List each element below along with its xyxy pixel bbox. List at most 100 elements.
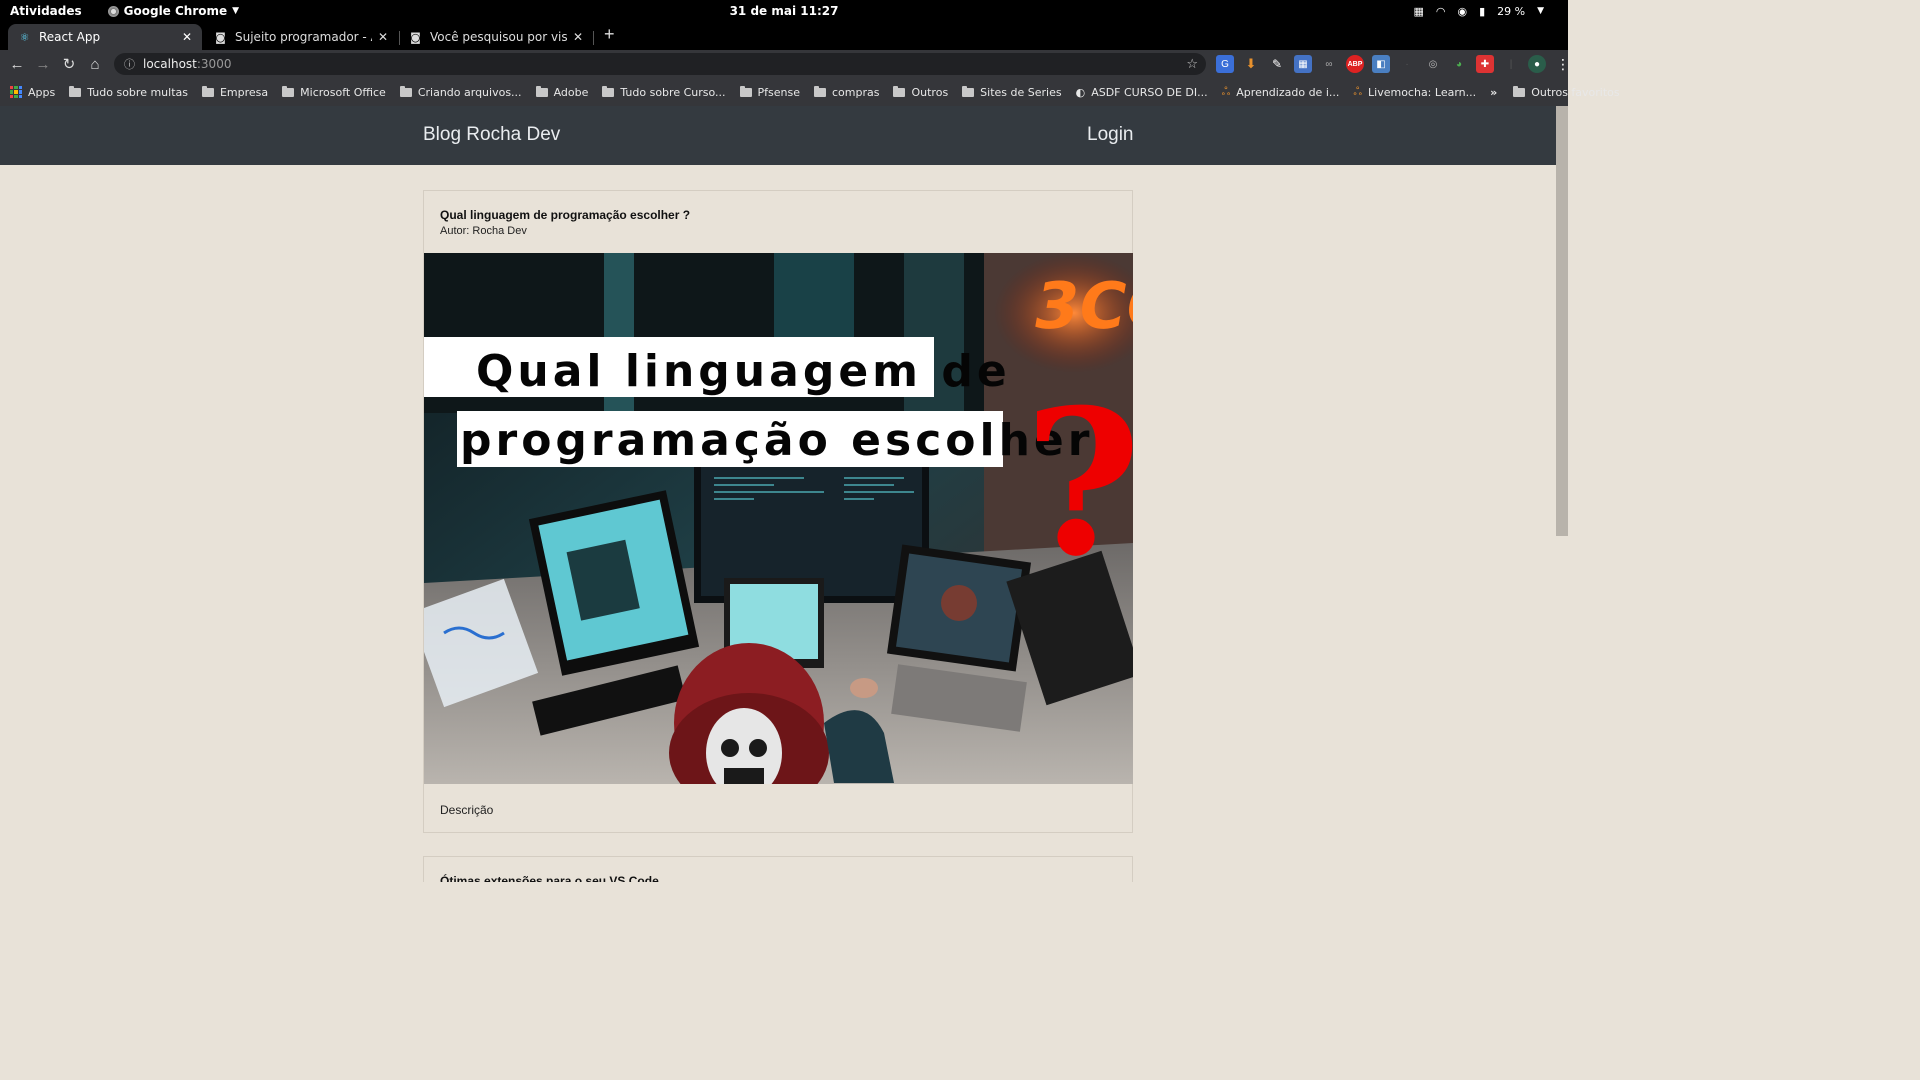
cover-title-line-2: programação escolher [460,415,1093,466]
scrollbar-thumb[interactable] [1556,106,1568,536]
bookmark-folder[interactable]: Outros [893,85,948,99]
url-host: localhost [143,57,197,71]
screenshot-extension-icon[interactable]: ◧ [1372,55,1390,73]
tab-title: Sujeito programador - Apaixo [235,30,372,44]
tab-title: React App [39,30,101,44]
window-layout-icon[interactable]: ▦ [1413,5,1423,18]
browser-toolbar: ← → ↻ ⌂ ⓘ localhost :3000 ☆ G ⬇ ✎ ▦ ∞ AB… [0,50,1570,78]
bookmark-label: Livemocha: Learn... [1368,85,1477,99]
folder-icon [602,85,615,97]
bookmark-apps[interactable]: Apps [10,86,55,99]
bookmarks-overflow-button[interactable]: » [1490,86,1497,99]
folder-icon [1513,85,1526,97]
bookmark-label: Microsoft Office [300,85,386,99]
post-card[interactable]: Qual linguagem de programação escolher ?… [423,190,1133,833]
bookmarks-bar: Apps Tudo sobre multas Empresa Microsoft… [0,78,1620,106]
apps-grid-icon [10,86,22,98]
folder-icon [282,85,295,97]
profile-avatar-icon[interactable]: ● [1528,55,1546,73]
close-tab-icon[interactable]: ✕ [182,30,192,44]
login-link[interactable]: Login [1087,124,1134,146]
bookmark-folder[interactable]: Pfsense [739,85,800,99]
app-menu[interactable]: Google Chrome ▼ [107,4,240,18]
folder-icon [201,85,214,97]
livemocha-icon: ஃ [1353,84,1363,98]
bookmark-folder[interactable]: Adobe [535,85,588,99]
divider-icon: | [1509,58,1513,70]
tab-react-app[interactable]: ⚛ React App ✕ [8,24,202,50]
bookmark-label: compras [832,85,880,99]
page-favicon-icon: ◙ [215,30,226,44]
translate-extension-icon[interactable]: G [1216,55,1234,73]
circle-extension-icon[interactable]: ◎ [1424,55,1442,73]
volume-icon[interactable]: ◉ [1457,5,1467,18]
site-info-icon[interactable]: ⓘ [124,56,135,72]
app-name: Google Chrome [123,4,228,18]
battery-icon[interactable]: ▮ [1479,5,1485,18]
post-card[interactable]: Ótimas extensões para o seu VS Code [423,856,1133,882]
bookmark-label: ASDF CURSO DE DI... [1091,85,1208,99]
folder-icon [814,85,826,97]
bookmark-link[interactable]: ஃ Aprendizado de i... [1222,85,1340,100]
tab-sujeito-programador[interactable]: ◙ Sujeito programador - Apaixo ✕ [204,24,398,50]
back-arrow-icon[interactable]: ← [4,56,30,73]
forward-arrow-icon[interactable]: → [30,56,56,73]
bookmark-star-icon[interactable]: ☆ [1186,57,1198,72]
extensions-area: G ⬇ ✎ ▦ ∞ ABP ◧ · ◎ ◕ ✚ | ● ⋮ [1216,55,1572,73]
tab-strip: ⚛ React App ✕ ◙ Sujeito programador - Ap… [0,22,1568,50]
post-description: Descrição [440,803,494,817]
post-title: Qual linguagem de programação escolher ? [440,208,691,222]
bookmark-folder[interactable]: compras [814,85,880,99]
url-port: :3000 [196,57,232,71]
download-extension-icon[interactable]: ⬇ [1242,55,1260,73]
bookmark-label: Pfsense [757,85,800,99]
adblock-extension-icon[interactable]: ABP [1346,55,1364,73]
address-bar[interactable]: ⓘ localhost :3000 ☆ [114,53,1206,75]
chrome-extension-icon[interactable]: ◕ [1450,55,1468,73]
tab-search-results[interactable]: ◙ Você pesquisou por visual stu ✕ [399,24,593,50]
bookmark-folder[interactable]: Empresa [201,85,268,99]
close-tab-icon[interactable]: ✕ [573,30,583,44]
page-scrollbar[interactable] [1556,106,1568,882]
post-cover-image: 3CC Qual linguagem de programação escolh… [424,253,1133,784]
system-top-bar: Atividades Google Chrome ▼ 31 de mai 11:… [0,0,1568,22]
reload-icon[interactable]: ↻ [56,55,82,73]
grid-extension-icon[interactable]: ▦ [1294,55,1312,73]
red-extension-icon[interactable]: ✚ [1476,55,1494,73]
bookmark-folder[interactable]: Tudo sobre Curso... [602,85,726,99]
bookmark-label: Apps [28,85,56,99]
other-bookmarks-folder[interactable]: Outros favoritos [1513,85,1620,99]
folder-icon [535,85,548,97]
livemocha-icon: ஃ [1221,84,1231,98]
extension-icon[interactable]: · [1398,55,1416,73]
home-icon[interactable]: ⌂ [82,56,108,73]
tab-separator [593,31,594,45]
system-menu-caret-icon[interactable]: ▼ [1537,6,1544,16]
bookmark-folder[interactable]: Tudo sobre multas [69,85,188,99]
chrome-icon [107,5,119,17]
cover-question-mark: ? [1024,366,1133,601]
page-favicon-icon: ◙ [410,30,421,44]
close-tab-icon[interactable]: ✕ [378,30,388,44]
page-viewport: Blog Rocha Dev Login Qual linguagem de p… [0,106,1556,882]
bookmark-link[interactable]: ஃ Livemocha: Learn... [1353,85,1476,100]
new-tab-button[interactable]: + [604,24,615,45]
menu-kebab-icon[interactable]: ⋮ [1554,55,1572,73]
caret-down-icon: ▼ [232,6,240,16]
bookmark-link[interactable]: ◐ ASDF CURSO DE DI... [1076,86,1208,99]
bookmarks-right: » Outros favoritos [1490,85,1632,99]
post-author: Autor: Rocha Dev [440,225,527,237]
site-brand-link[interactable]: Blog Rocha Dev [423,124,560,146]
bookmark-folder[interactable]: Microsoft Office [282,85,386,99]
folder-icon [962,85,975,97]
activities-button[interactable]: Atividades [10,4,82,18]
svg-text:3CC: 3CC [1028,269,1133,343]
bookmark-folder[interactable]: Criando arquivos... [399,85,522,99]
extension-icon[interactable]: ✎ [1268,55,1286,73]
wifi-icon[interactable]: ◠ [1436,5,1446,18]
bookmark-folder[interactable]: Sites de Series [962,85,1062,99]
bookmark-label: Criando arquivos... [417,85,522,99]
eye-extension-icon[interactable]: ∞ [1320,55,1338,73]
folder-icon [69,85,82,97]
site-navbar: Blog Rocha Dev Login [0,106,1556,165]
